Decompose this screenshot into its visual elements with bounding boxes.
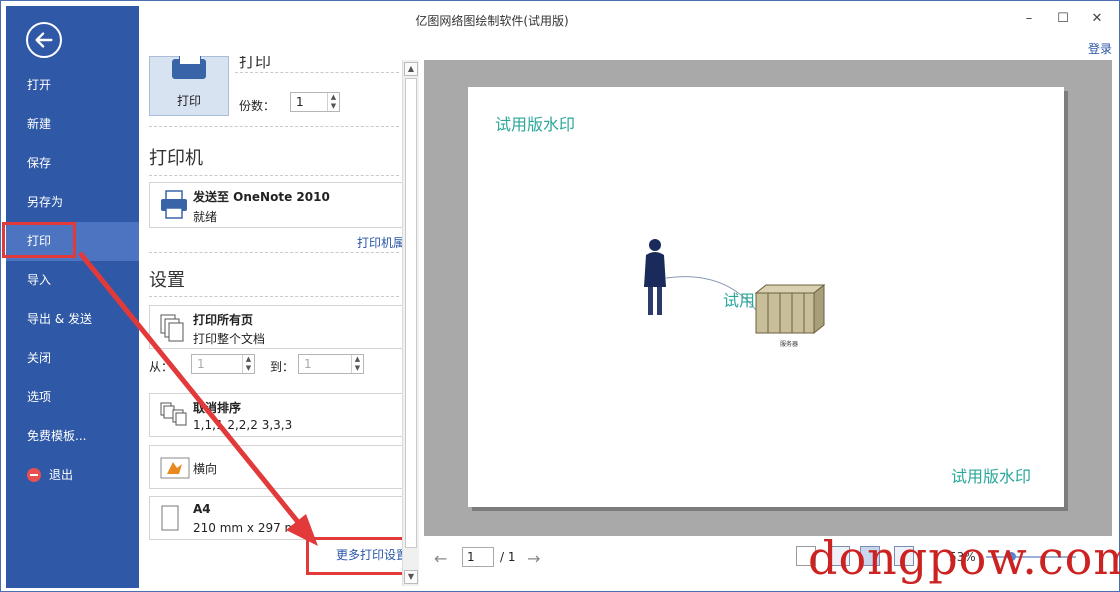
pages-icon	[160, 314, 184, 342]
sidebar-item-save[interactable]: 保存	[6, 144, 139, 183]
paper-size-desc: 210 mm x 297 mm	[193, 521, 308, 535]
pages-range-card[interactable]: 打印所有页 打印整个文档	[149, 305, 409, 349]
to-page-value: 1	[304, 357, 312, 371]
printer-status: 就绪	[193, 210, 218, 224]
close-button[interactable]: ✕	[1080, 6, 1114, 30]
maximize-button[interactable]: ☐	[1046, 6, 1080, 30]
printer-select-card[interactable]: 发送至 OneNote 2010 就绪	[149, 182, 409, 228]
sidebar-nav: 打开 新建 保存 另存为 打印 导入 导出 & 发送 关闭 选项 免费模板...…	[6, 66, 139, 495]
sidebar-item-open[interactable]: 打开	[6, 66, 139, 105]
landscape-icon	[160, 457, 190, 479]
server-icon	[754, 283, 826, 335]
settings-scrollbar[interactable]: ▲ ▼	[402, 60, 419, 586]
divider	[149, 175, 399, 176]
copies-label: 份数：	[239, 99, 276, 113]
sidebar-item-label: 导入	[27, 273, 52, 287]
sidebar-item-close[interactable]: 关闭	[6, 339, 139, 378]
printer-section-title: 打印机	[149, 148, 203, 169]
to-page-stepper[interactable]: 1 ▲ ▼	[298, 354, 364, 374]
next-page-icon[interactable]: →	[527, 549, 540, 568]
sidebar-item-label: 免费模板...	[27, 429, 87, 443]
paper-size-card[interactable]: A4 210 mm x 297 mm	[149, 496, 409, 540]
to-label: 到：	[270, 360, 295, 374]
paper-icon	[161, 505, 179, 531]
collation-card[interactable]: 取消排序 1,1,1 2,2,2 3,3,3	[149, 393, 409, 437]
orientation-card[interactable]: 横向	[149, 445, 409, 489]
sidebar-item-label: 新建	[27, 117, 52, 131]
print-button-label: 打印	[176, 94, 201, 108]
sidebar-item-export-send[interactable]: 导出 & 发送	[6, 300, 139, 339]
stepper-arrows-icon[interactable]: ▲ ▼	[327, 93, 339, 111]
backstage-sidebar: 打开 新建 保存 另存为 打印 导入 导出 & 发送 关闭 选项 免费模板...…	[6, 6, 139, 588]
window-controls: – ☐ ✕	[1012, 6, 1114, 30]
server-label: 服务器	[780, 341, 799, 348]
scroll-thumb[interactable]	[405, 78, 417, 548]
page-number-input[interactable]: 1	[462, 547, 494, 567]
title-bar: 亿图网络图绘制软件(试用版) – ☐ ✕	[139, 6, 1114, 32]
from-label: 从：	[149, 360, 174, 374]
pages-range-desc: 打印整个文档	[193, 332, 266, 346]
sidebar-item-free-templates[interactable]: 免费模板...	[6, 417, 139, 456]
sidebar-item-label: 保存	[27, 156, 52, 170]
settings-section-title: 设置	[149, 270, 185, 291]
collation-title: 取消排序	[193, 401, 242, 415]
paper-size-title: A4	[193, 502, 211, 516]
divider	[149, 126, 399, 127]
sidebar-item-label: 退出	[49, 468, 74, 482]
from-page-stepper[interactable]: 1 ▲ ▼	[191, 354, 255, 374]
login-link[interactable]: 登录	[1088, 40, 1112, 57]
sidebar-item-options[interactable]: 选项	[6, 378, 139, 417]
print-button[interactable]: 打印	[149, 56, 229, 116]
window-title: 亿图网络图绘制软件(试用版)	[415, 14, 569, 28]
collation-desc: 1,1,1 2,2,2 3,3,3	[193, 418, 293, 432]
scroll-up-icon[interactable]: ▲	[404, 62, 418, 76]
sidebar-item-new[interactable]: 新建	[6, 105, 139, 144]
print-highlight-box	[2, 222, 76, 258]
page-total: / 1	[500, 550, 516, 564]
scroll-down-icon[interactable]: ▼	[404, 570, 418, 584]
collate-icon	[160, 402, 187, 426]
sidebar-item-exit[interactable]: 退出	[6, 456, 139, 495]
orientation-label: 横向	[193, 462, 218, 476]
printer-properties-link[interactable]: 打印机属	[357, 234, 405, 251]
print-preview-area: 试用版水印 试用版水印 试用版水印 服务器	[424, 60, 1112, 536]
copies-stepper[interactable]: 1 ▲ ▼	[290, 92, 340, 112]
printer-name: 发送至 OneNote 2010	[193, 190, 330, 204]
from-page-value: 1	[197, 357, 205, 371]
watermark-top: 试用版水印	[495, 115, 576, 134]
sidebar-item-label: 导出 & 发送	[27, 312, 92, 326]
copies-value: 1	[296, 95, 304, 109]
site-watermark: dongpow.com	[808, 531, 1120, 585]
print-heading: 打印	[239, 56, 272, 71]
sidebar-item-label: 打开	[27, 78, 52, 92]
stepper-arrows-icon[interactable]: ▲ ▼	[242, 355, 254, 373]
printer-icon	[161, 190, 187, 219]
more-settings-highlight-box	[306, 537, 410, 575]
back-arrow-icon[interactable]	[26, 22, 62, 58]
stepper-arrows-icon[interactable]: ▲ ▼	[351, 355, 363, 373]
sidebar-item-label: 另存为	[27, 195, 64, 209]
sidebar-item-import[interactable]: 导入	[6, 261, 139, 300]
print-settings-panel: 打印 打印 份数： 1 ▲ ▼ 打印机 发送至 OneNote 2010 就绪 打…	[139, 56, 419, 586]
divider	[149, 296, 399, 297]
sidebar-item-save-as[interactable]: 另存为	[6, 183, 139, 222]
printer-icon	[172, 56, 206, 79]
exit-icon	[27, 467, 41, 482]
sidebar-item-label: 选项	[27, 390, 52, 404]
minimize-button[interactable]: –	[1012, 6, 1046, 30]
sidebar-item-label: 关闭	[27, 351, 52, 365]
divider	[149, 252, 399, 253]
preview-page: 试用版水印 试用版水印 试用版水印 服务器	[468, 87, 1064, 507]
pages-range-title: 打印所有页	[193, 313, 254, 327]
watermark-bottom: 试用版水印	[951, 467, 1032, 486]
previous-page-icon[interactable]: ←	[434, 549, 447, 568]
divider	[235, 72, 399, 73]
